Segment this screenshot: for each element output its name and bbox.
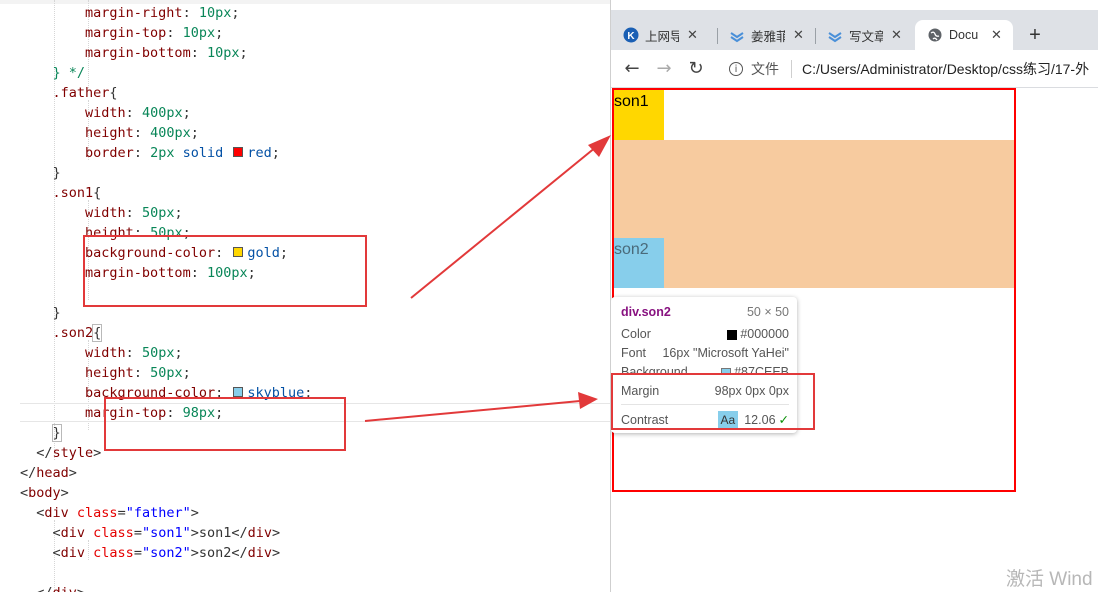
- arrowhead-son1: [588, 135, 611, 157]
- arrow-to-margin: [364, 400, 581, 422]
- arrow-to-son1: [410, 146, 597, 299]
- arrowhead-margin: [578, 392, 598, 409]
- annotation-arrows: [364, 135, 611, 422]
